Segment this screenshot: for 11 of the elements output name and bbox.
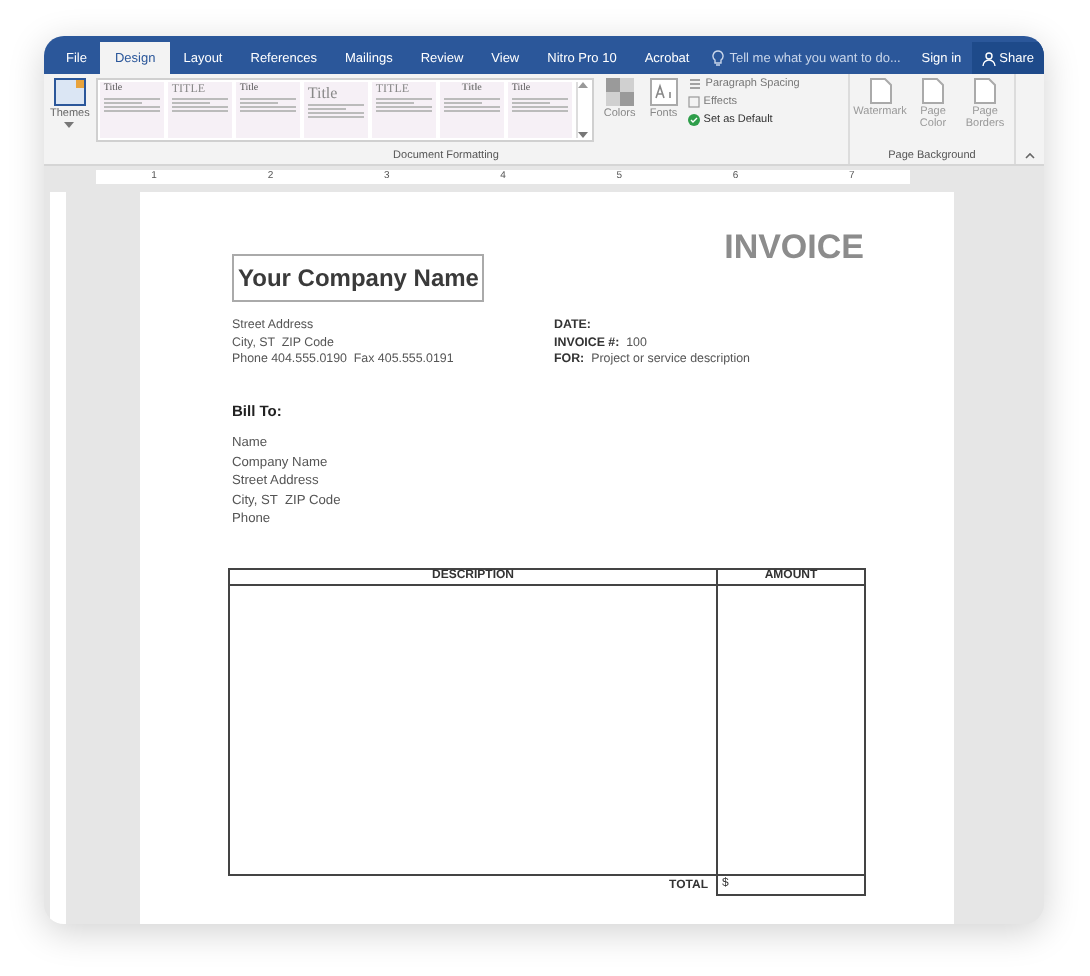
themes-icon [53, 78, 86, 106]
scroll-up-icon[interactable] [578, 82, 589, 88]
scroll-down-icon[interactable] [578, 132, 589, 138]
effects-icon [687, 96, 700, 108]
dropdown-caret-icon [64, 122, 75, 128]
person-icon [981, 51, 996, 65]
company-name[interactable]: Your Company Name [232, 254, 485, 302]
lightbulb-icon [711, 50, 724, 66]
checkmark-icon [687, 114, 700, 126]
collapse-ribbon-icon[interactable] [1024, 152, 1036, 160]
paragraph-spacing-icon [687, 78, 702, 90]
